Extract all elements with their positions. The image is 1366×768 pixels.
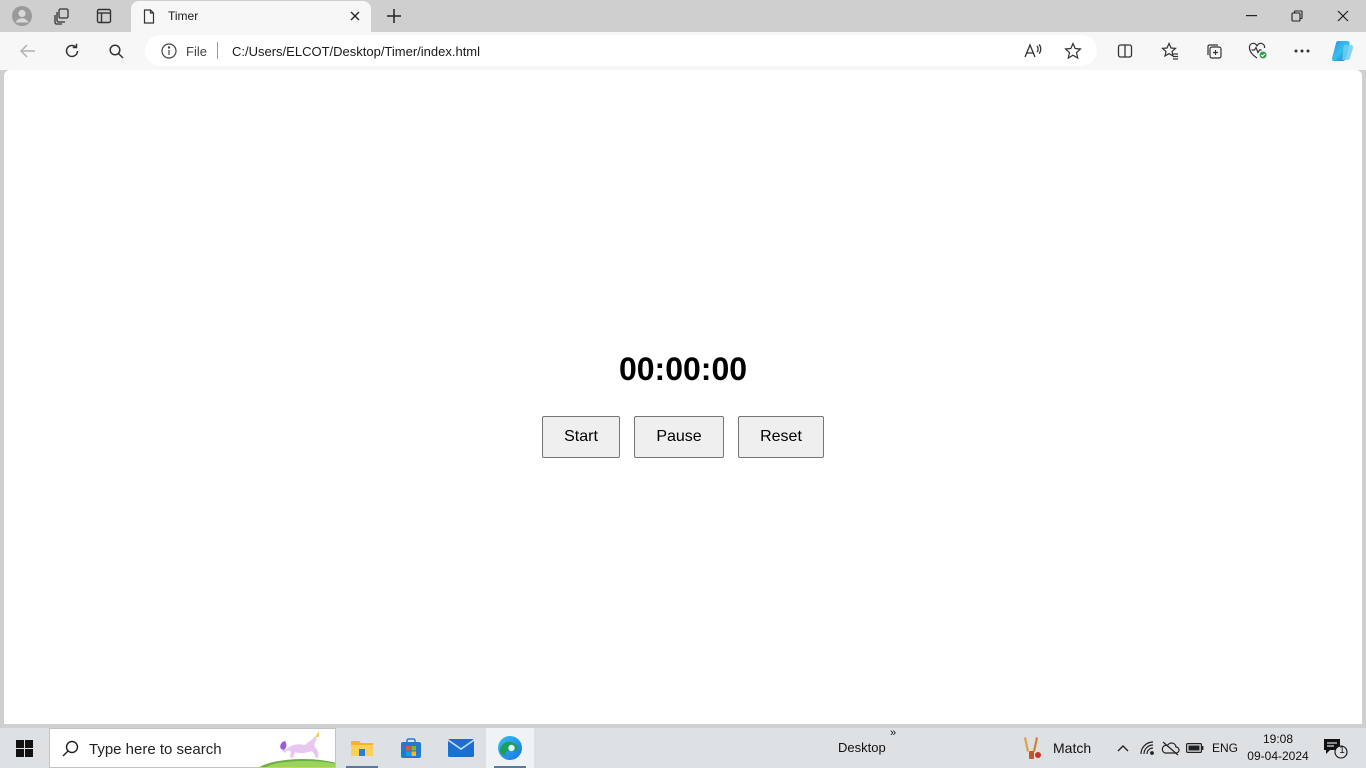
browser-essentials-icon[interactable] <box>1244 37 1272 65</box>
back-icon[interactable] <box>14 37 42 65</box>
edge-browser-icon[interactable] <box>486 728 534 768</box>
favorites-icon[interactable] <box>1156 37 1184 65</box>
tab-timer[interactable]: Timer <box>131 1 371 32</box>
search-icon <box>62 740 79 762</box>
mail-icon[interactable] <box>437 728 485 768</box>
profile-icon[interactable] <box>8 4 36 28</box>
onedrive-offline-icon[interactable] <box>1161 738 1181 758</box>
show-hidden-icons-chevron-icon[interactable] <box>1113 738 1133 758</box>
system-clock[interactable]: 19:08 09-04-2024 <box>1244 731 1312 765</box>
start-button[interactable]: Start <box>542 416 620 458</box>
address-divider <box>217 42 218 59</box>
split-screen-icon[interactable] <box>1111 37 1139 65</box>
pause-button[interactable]: Pause <box>634 416 724 458</box>
microsoft-store-icon[interactable] <box>387 728 435 768</box>
refresh-icon[interactable] <box>58 37 86 65</box>
toolbar-overflow-chevron[interactable]: » <box>890 727 896 739</box>
address-scheme-label: File <box>186 44 207 59</box>
reset-button[interactable]: Reset <box>738 416 824 458</box>
unicorn-search-highlight-icon <box>259 731 335 767</box>
input-language[interactable]: ENG <box>1212 741 1238 755</box>
tab-actions-icon[interactable] <box>90 4 118 28</box>
new-tab-icon[interactable] <box>382 4 406 28</box>
restore-icon[interactable] <box>1274 0 1320 32</box>
search-icon[interactable] <box>102 37 130 65</box>
minimize-icon[interactable] <box>1228 0 1274 32</box>
clock-date: 09-04-2024 <box>1247 749 1309 763</box>
windows-start-icon[interactable] <box>0 728 48 768</box>
desktop-toolbar-label[interactable]: Desktop <box>838 740 886 755</box>
favorite-star-icon[interactable] <box>1061 39 1085 63</box>
file-explorer-icon[interactable] <box>338 728 386 768</box>
collections-icon[interactable] <box>1200 37 1228 65</box>
more-options-icon[interactable] <box>1288 37 1316 65</box>
web-page-content: 00:00:00 Start Pause Reset <box>4 70 1362 724</box>
search-placeholder: Type here to search <box>89 741 222 758</box>
battery-icon[interactable] <box>1185 738 1205 758</box>
address-bar[interactable]: File C:/Users/ELCOT/Desktop/Timer/index.… <box>145 35 1097 66</box>
page-file-icon <box>143 9 155 29</box>
copilot-icon[interactable] <box>1329 37 1357 65</box>
browser-tab-bar: Timer <box>0 0 1366 32</box>
widget-label[interactable]: Match <box>1053 740 1091 756</box>
workspaces-icon[interactable] <box>48 4 76 28</box>
clock-time: 19:08 <box>1262 732 1294 746</box>
taskbar-search-box[interactable]: Type here to search <box>49 728 336 768</box>
read-aloud-icon[interactable] <box>1021 39 1045 63</box>
cricket-widget-icon[interactable] <box>1021 735 1045 761</box>
timer-display: 00:00:00 <box>618 351 748 387</box>
windows-taskbar: Type here to search Desktop » Match ENG … <box>0 727 1366 768</box>
network-icon[interactable] <box>1138 738 1158 758</box>
address-url[interactable]: C:/Users/ELCOT/Desktop/Timer/index.html <box>232 44 480 59</box>
notification-count-badge: 1 <box>1339 745 1345 756</box>
browser-toolbar: File C:/Users/ELCOT/Desktop/Timer/index.… <box>0 32 1366 70</box>
close-tab-icon[interactable] <box>345 6 365 26</box>
tab-title: Timer <box>168 9 199 23</box>
close-window-icon[interactable] <box>1320 0 1366 32</box>
site-info-icon[interactable] <box>161 43 177 64</box>
